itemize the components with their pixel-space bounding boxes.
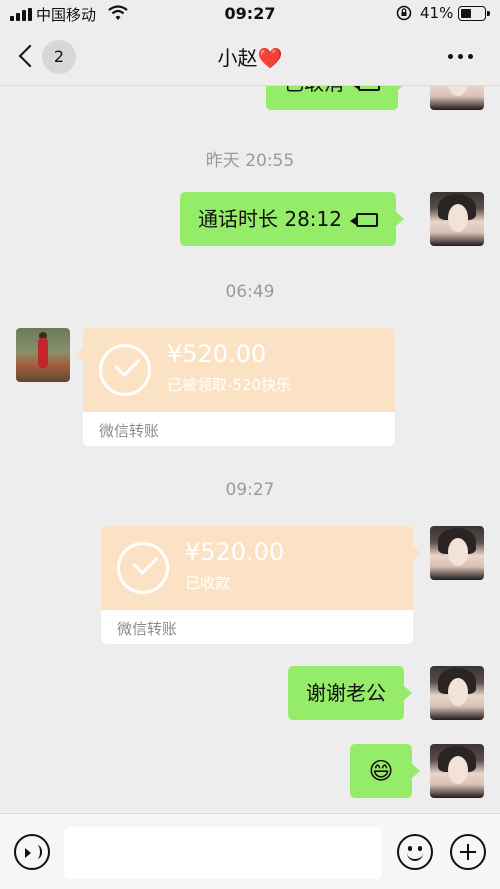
message-list[interactable]: 已取消 昨天 20:55 通话时长 28:12 06:49 ¥520.00 已被… bbox=[0, 86, 500, 813]
input-bar bbox=[0, 813, 500, 889]
text-message-bubble[interactable]: 谢谢老公 bbox=[288, 666, 412, 720]
timestamp: 昨天 20:55 bbox=[205, 151, 295, 171]
emoji-message-bubble[interactable]: 😄 bbox=[350, 744, 420, 798]
my-avatar[interactable] bbox=[430, 744, 484, 798]
status-bar: 中国移动 09:27 41% bbox=[0, 0, 500, 28]
contact-name: 小赵 bbox=[217, 46, 258, 70]
plus-icon[interactable] bbox=[450, 834, 486, 870]
message-text: 谢谢老公 bbox=[306, 681, 386, 705]
heart-icon: ❤️ bbox=[257, 46, 283, 70]
transfer-status: 已被领取-520快乐 bbox=[167, 376, 292, 394]
message-input[interactable] bbox=[64, 827, 382, 879]
transfer-card-received[interactable]: ¥520.00 已被领取-520快乐 微信转账 bbox=[83, 328, 395, 446]
timestamp: 06:49 bbox=[225, 282, 275, 302]
battery-percent: 41% bbox=[420, 4, 454, 22]
back-button[interactable]: 2 bbox=[16, 40, 76, 74]
video-call-icon bbox=[352, 86, 380, 91]
emoji-icon[interactable] bbox=[397, 834, 433, 870]
voice-icon[interactable] bbox=[14, 834, 50, 870]
transfer-amount: ¥520.00 bbox=[167, 340, 267, 368]
more-button[interactable] bbox=[446, 48, 478, 68]
transfer-card-sent[interactable]: ¥520.00 已收款 微信转账 bbox=[101, 526, 413, 644]
check-circle-icon bbox=[99, 344, 151, 396]
chat-header: 2 小赵❤️ bbox=[0, 28, 500, 86]
unread-count-badge: 2 bbox=[42, 40, 76, 74]
contact-avatar[interactable] bbox=[16, 328, 70, 382]
message-text: 通话时长 28:12 bbox=[198, 207, 342, 231]
my-avatar[interactable] bbox=[430, 526, 484, 580]
call-duration-bubble[interactable]: 通话时长 28:12 bbox=[180, 192, 404, 246]
my-avatar[interactable] bbox=[430, 86, 484, 110]
cancelled-call-bubble[interactable]: 已取消 bbox=[266, 86, 406, 110]
transfer-amount: ¥520.00 bbox=[185, 538, 285, 566]
check-circle-icon bbox=[117, 542, 169, 594]
back-chevron-icon bbox=[18, 44, 42, 68]
transfer-label: 微信转账 bbox=[117, 620, 178, 638]
transfer-status: 已收款 bbox=[185, 574, 231, 592]
timestamp: 09:27 bbox=[225, 480, 275, 500]
rotation-lock-icon bbox=[396, 5, 412, 21]
transfer-label: 微信转账 bbox=[99, 422, 160, 440]
battery-icon bbox=[458, 6, 490, 21]
video-call-icon bbox=[350, 213, 378, 227]
bubble-tail bbox=[413, 546, 421, 560]
message-text: 已取消 bbox=[284, 86, 344, 95]
my-avatar[interactable] bbox=[430, 666, 484, 720]
bubble-tail bbox=[75, 348, 83, 362]
chat-title: 小赵❤️ bbox=[150, 42, 350, 71]
my-avatar[interactable] bbox=[430, 192, 484, 246]
grinning-face-emoji: 😄 bbox=[368, 757, 394, 785]
